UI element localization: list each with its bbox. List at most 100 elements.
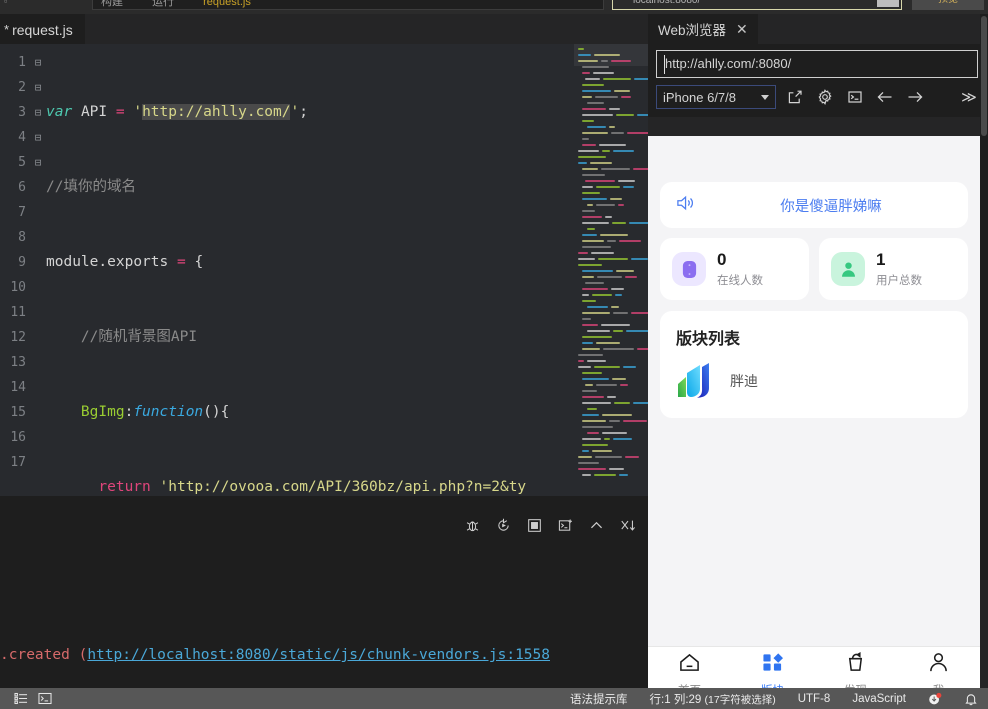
device-icon [672, 252, 706, 286]
notice-banner[interactable]: 你是傻逼胖娣嘛 [660, 182, 968, 228]
line-number: 2 [0, 75, 26, 100]
line-number: 15 [0, 400, 26, 425]
line-number: 4 [0, 125, 26, 150]
fold-marker: ⊟ [30, 150, 46, 175]
list-item-label: 胖迪 [730, 371, 758, 391]
preview-vertical-scrollbar[interactable] [980, 14, 988, 580]
pandi-logo-icon [676, 362, 716, 400]
stat-card-online[interactable]: 0 在线人数 [660, 238, 809, 300]
unsaved-marker: * [4, 22, 9, 37]
console-link[interactable]: http://localhost:8080/static/js/chunk-ve… [87, 647, 550, 663]
line-number: 6 [0, 175, 26, 200]
stat-label: 在线人数 [717, 272, 763, 288]
console-panel: .created (http://localhost:8080/static/j… [0, 510, 648, 702]
console-line: .created (http://localhost:8080/static/j… [0, 632, 648, 678]
top-url-button[interactable] [877, 0, 899, 7]
status-encoding[interactable]: UTF-8 [798, 693, 831, 705]
editor-column: * request.js 1 2 3 4 5 6 7 8 9 10 11 [0, 14, 648, 688]
back-icon[interactable] [870, 85, 900, 109]
status-language[interactable]: JavaScript [852, 693, 906, 705]
outline-icon[interactable] [14, 692, 28, 706]
browser-controls: iPhone 6/7/8 [656, 85, 980, 109]
address-bar-value: http://ahlly.com/:8080/ [665, 56, 791, 71]
console-toolbar [0, 510, 648, 540]
line-number: 16 [0, 425, 26, 450]
editor-tab-label: request.js [12, 22, 73, 38]
line-number: 5 [0, 150, 26, 175]
stat-value: 0 [717, 251, 763, 269]
code-editor[interactable]: 1 2 3 4 5 6 7 8 9 10 11 12 13 14 15 16 1 [0, 44, 648, 496]
line-number: 17 [0, 450, 26, 475]
browser-tab-bar-empty [758, 14, 988, 44]
collapse-icon[interactable] [588, 517, 605, 534]
menu-bar[interactable]: 构建 运行 request.js [92, 0, 604, 10]
home-icon [678, 652, 701, 678]
stop-icon[interactable] [526, 517, 543, 534]
line-number: 9 [0, 250, 26, 275]
top-url-text: localhost:8080/ [633, 0, 700, 6]
download-badge-icon[interactable] [928, 692, 942, 706]
top-url-field[interactable]: localhost:8080/ [612, 0, 902, 10]
line-number-gutter: 1 2 3 4 5 6 7 8 9 10 11 12 13 14 15 16 1 [0, 44, 30, 496]
status-bar: 语法提示库 行:1 列:29 (17字符被选择) UTF-8 JavaScrip… [0, 688, 988, 709]
code-line: return 'http://ovooa.com/API/360bz/api.p… [46, 475, 648, 496]
code-line: var API = 'http://ahlly.com/'; [46, 100, 648, 125]
code-text[interactable]: var API = 'http://ahlly.com/'; //填你的域名 m… [46, 44, 648, 496]
browser-panel: Web浏览器 ✕ http://ahlly.com/:8080/ iPhone … [648, 14, 988, 688]
menu-item-run[interactable]: 运行 [152, 0, 174, 11]
editor-tab-bar: * request.js [0, 14, 648, 44]
more-icon[interactable]: ≫ [958, 85, 980, 109]
browser-tab[interactable]: Web浏览器 ✕ [648, 14, 758, 44]
line-number: 8 [0, 225, 26, 250]
top-right-button[interactable]: 预览 [912, 0, 984, 10]
scrollbar-thumb[interactable] [981, 16, 987, 136]
stat-label: 用户总数 [876, 272, 922, 288]
menu-item-file[interactable]: request.js [203, 0, 251, 11]
open-external-icon[interactable] [780, 85, 810, 109]
stat-card-users[interactable]: 1 用户总数 [819, 238, 968, 300]
code-line: //随机背景图API [46, 325, 648, 350]
stats-row: 0 在线人数 1 用户总数 [660, 238, 968, 300]
code-line: module.exports = { [46, 250, 648, 275]
editor-minimap[interactable] [574, 44, 648, 496]
settings-icon[interactable] [810, 85, 840, 109]
browser-chrome: http://ahlly.com/:8080/ iPhone 6/7/8 [648, 44, 988, 117]
bell-icon[interactable] [964, 692, 978, 706]
text-caret [664, 55, 665, 74]
console-output[interactable]: .created (http://localhost:8080/static/j… [0, 540, 648, 702]
chevron-down-icon [761, 95, 769, 100]
section-card: 版块列表 [660, 311, 968, 418]
bug-icon[interactable] [464, 517, 481, 534]
menu-item-build[interactable]: 构建 [101, 0, 123, 11]
close-icon[interactable]: ✕ [736, 21, 748, 38]
address-bar[interactable]: http://ahlly.com/:8080/ [656, 50, 978, 78]
code-line: BgImg:function(){ [46, 400, 648, 425]
notice-text: 你是傻逼胖娣嘛 [710, 195, 952, 216]
editor-tab-request-js[interactable]: * request.js [0, 14, 85, 44]
line-number: 12 [0, 325, 26, 350]
line-number: 10 [0, 275, 26, 300]
stat-value: 1 [876, 251, 922, 269]
discover-icon [844, 652, 867, 678]
status-syntax-hint[interactable]: 语法提示库 [570, 691, 628, 707]
clear-icon[interactable] [619, 517, 636, 534]
list-item[interactable]: 胖迪 [676, 362, 952, 400]
terminal-icon[interactable] [38, 692, 52, 706]
console-icon[interactable] [840, 85, 870, 109]
fold-gutter[interactable]: ⊟ ⊟ ⊟ ⊟ ⊟ [30, 44, 46, 496]
window-top-strip: ▫ 构建 运行 request.js localhost:8080/ 预览 [0, 0, 988, 14]
new-terminal-icon[interactable] [557, 517, 574, 534]
fold-marker: ⊟ [30, 100, 46, 125]
mobile-preview[interactable]: 你是傻逼胖娣嘛 0 在线人数 [648, 136, 980, 702]
status-cursor-position[interactable]: 行:1 列:29 (17字符被选择) [650, 691, 776, 707]
line-number: 7 [0, 200, 26, 225]
selected-token: http://ahlly.com/ [142, 104, 290, 120]
console-line-prefix: .created [0, 647, 79, 663]
restart-icon[interactable] [495, 517, 512, 534]
line-number: 3 [0, 100, 26, 125]
editor-tab-bar-empty [85, 14, 648, 44]
section-title: 版块列表 [676, 325, 952, 349]
device-selector[interactable]: iPhone 6/7/8 [656, 85, 776, 109]
forward-icon[interactable] [900, 85, 930, 109]
line-number: 13 [0, 350, 26, 375]
